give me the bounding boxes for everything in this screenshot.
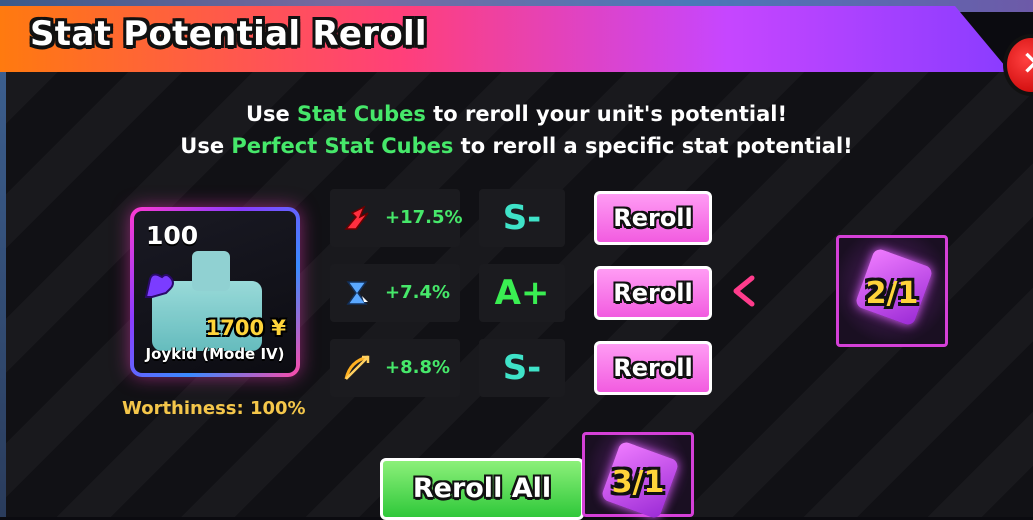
instruction-text: Use <box>245 102 298 126</box>
stat-cube-slot[interactable]: 3/1 <box>582 432 694 520</box>
worthiness-label: Worthiness: 100% <box>122 398 306 419</box>
reroll-button-cooldown[interactable]: Reroll <box>594 266 712 320</box>
instruction-text: Use <box>180 134 232 158</box>
unit-level: 100 <box>146 221 199 250</box>
unit-name: Joykid (Mode IV) <box>145 345 285 363</box>
stat-value: +7.4% <box>385 282 451 303</box>
arrow-left-icon <box>733 275 821 307</box>
stat-range: +8.8% <box>330 339 460 397</box>
instruction-line-1: Use Stat Cubes to reroll your unit's pot… <box>0 98 1033 130</box>
perfect-stat-cubes-highlight: Perfect Stat Cubes <box>231 134 454 158</box>
cube-count: 2/1 <box>865 276 919 311</box>
unit-card-inner: 100 1700 ¥ Joykid (Mode IV) <box>134 211 296 373</box>
page-title: Stat Potential Reroll <box>30 14 427 54</box>
stat-value: +8.8% <box>385 357 451 378</box>
reroll-button-damage[interactable]: Reroll <box>594 191 712 245</box>
unit-cost: 1700 ¥ <box>205 316 286 340</box>
instruction-line-2: Use Perfect Stat Cubes to reroll a speci… <box>0 130 1033 162</box>
perfect-stat-cube-slot[interactable]: 2/1 <box>836 235 948 347</box>
stat-cooldown: +7.4% <box>330 264 460 322</box>
cooldown-icon <box>346 281 368 305</box>
stat-grade: A+ <box>479 264 565 322</box>
range-icon <box>344 355 370 380</box>
reroll-all-button[interactable]: Reroll All <box>380 458 584 520</box>
stat-damage: +17.5% <box>330 189 463 247</box>
stat-value: +17.5% <box>385 207 463 228</box>
muscle-icon <box>144 273 174 298</box>
instructions: Use Stat Cubes to reroll your unit's pot… <box>0 98 1033 162</box>
close-icon: ✕ <box>1021 44 1033 84</box>
cube-count: 3/1 <box>611 465 665 500</box>
instruction-text: to reroll a specific stat potential! <box>453 134 853 158</box>
unit-card[interactable]: 100 1700 ¥ Joykid (Mode IV) <box>130 207 300 377</box>
stat-grade: S- <box>479 189 565 247</box>
instruction-text: to reroll your unit's potential! <box>425 102 788 126</box>
reroll-button-range[interactable]: Reroll <box>594 341 712 395</box>
stat-grade: S- <box>479 339 565 397</box>
damage-icon <box>344 205 369 230</box>
stat-cubes-highlight: Stat Cubes <box>297 102 426 126</box>
